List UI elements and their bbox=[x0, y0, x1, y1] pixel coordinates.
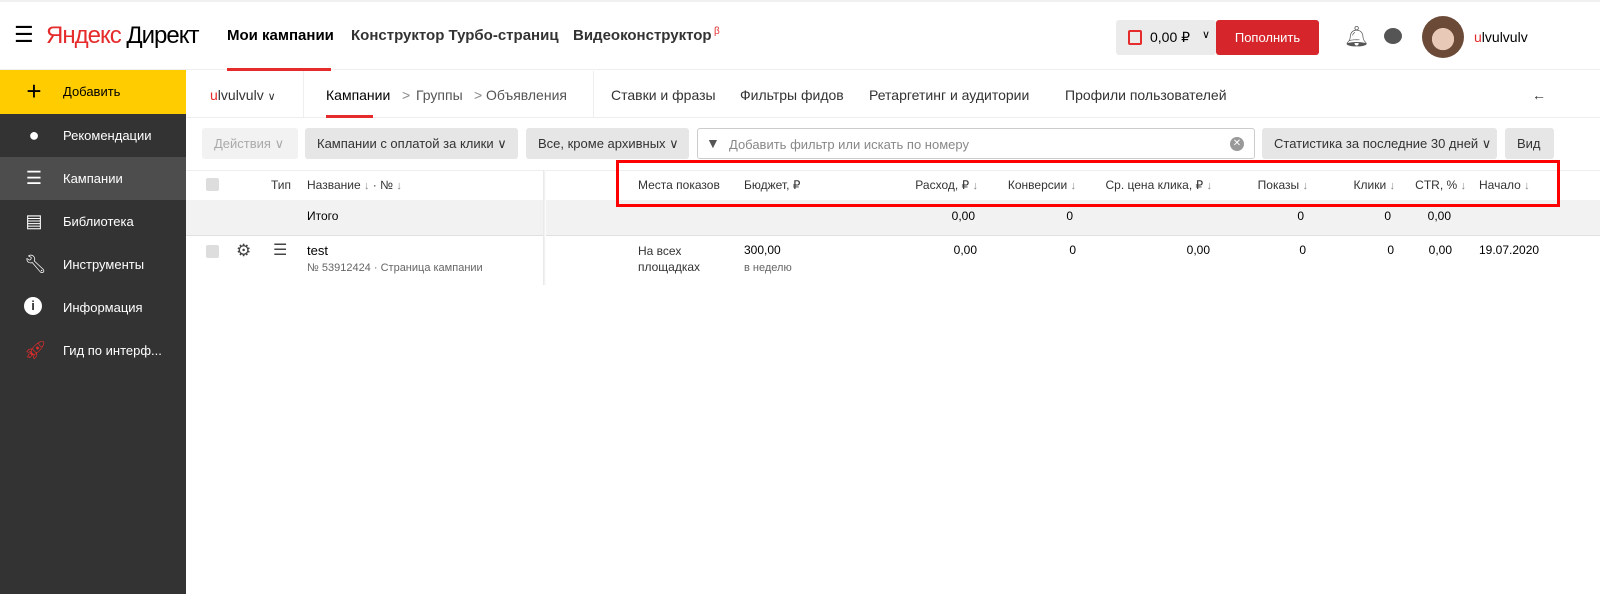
row-budget-period: в неделю bbox=[744, 262, 792, 274]
view-button[interactable]: Вид bbox=[1505, 128, 1554, 159]
plus-icon: + bbox=[24, 81, 44, 101]
campaign-page-link[interactable]: Страница кампании bbox=[381, 262, 483, 274]
logo-direct: Директ bbox=[126, 22, 198, 49]
col-type: Тип bbox=[271, 178, 291, 192]
total-spend: 0,00 bbox=[952, 209, 975, 223]
balance-value: 0,00 ₽ bbox=[1150, 29, 1190, 46]
link-profiles[interactable]: Профили пользователей bbox=[1065, 87, 1227, 103]
campaign-meta: № 53912424 · Страница кампании bbox=[307, 262, 483, 274]
chevron-down-icon: ∨ bbox=[268, 91, 276, 103]
link-feed-filters[interactable]: Фильтры фидов bbox=[740, 87, 844, 103]
row-clicks: 0 bbox=[1387, 243, 1394, 257]
menu-icon[interactable]: ☰ bbox=[14, 22, 34, 48]
sidebar-item-guide[interactable]: 🚀︎Гид по интерф... bbox=[0, 329, 186, 372]
total-ctr: 0,00 bbox=[1428, 209, 1451, 223]
actions-dropdown[interactable]: Действия ∨ bbox=[202, 128, 298, 159]
logo[interactable]: Яндекс Директ bbox=[46, 22, 199, 50]
sidebar-item-campaigns[interactable]: ☰Кампании bbox=[0, 157, 186, 200]
list-icon: ☰ bbox=[24, 168, 44, 188]
filter-icon: ▼ bbox=[706, 135, 720, 151]
breadcrumb-sep: > bbox=[474, 87, 482, 103]
row-budget: 300,00 bbox=[744, 243, 781, 257]
avatar[interactable] bbox=[1422, 16, 1464, 58]
sidebar-item-add[interactable]: +Добавить bbox=[0, 70, 186, 114]
search-placeholder: Добавить фильтр или искать по номеру bbox=[729, 137, 969, 152]
status-dropdown[interactable]: Все, кроме архивных ∨ bbox=[526, 128, 689, 159]
crumb-active-underline bbox=[326, 115, 373, 118]
balance-button[interactable]: 0,00 ₽ ∨ bbox=[1116, 20, 1216, 55]
row-checkbox[interactable] bbox=[206, 245, 219, 258]
library-icon: ▤ bbox=[24, 211, 44, 231]
bell-icon[interactable]: 🔔︎ bbox=[1344, 24, 1369, 49]
lightbulb-icon: ● bbox=[24, 125, 44, 145]
sidebar-item-library[interactable]: ▤Библиотека bbox=[0, 200, 186, 243]
top-header: ☰ Яндекс Директ Мои кампании Конструктор… bbox=[0, 0, 1600, 70]
divider bbox=[593, 71, 594, 118]
total-conv: 0 bbox=[1066, 209, 1073, 223]
chat-icon[interactable] bbox=[1384, 28, 1402, 44]
sidebar: +Добавить ●Рекомендации ☰Кампании ▤Библи… bbox=[0, 70, 186, 594]
total-label: Итого bbox=[307, 209, 338, 223]
wrench-icon: 🔧︎ bbox=[24, 254, 44, 274]
nav-video[interactable]: Видеоконструктор bbox=[573, 27, 712, 44]
total-impr: 0 bbox=[1297, 209, 1304, 223]
wallet-icon bbox=[1128, 30, 1142, 45]
sidebar-item-info[interactable]: iИнформация bbox=[0, 286, 186, 329]
logo-yandex: Яндекс bbox=[46, 22, 121, 49]
rocket-icon: 🚀︎ bbox=[24, 340, 44, 360]
row-places: На всех площадках bbox=[638, 243, 718, 275]
nav-my-campaigns[interactable]: Мои кампании bbox=[227, 27, 334, 44]
link-retargeting[interactable]: Ретаргетинг и аудитории bbox=[869, 87, 1029, 103]
beta-badge: β bbox=[714, 26, 720, 37]
info-icon: i bbox=[24, 297, 42, 315]
row-cpc: 0,00 bbox=[1187, 243, 1210, 257]
text-campaign-type-icon: ☰ bbox=[273, 240, 287, 260]
campaign-type-dropdown[interactable]: Кампании с оплатой за клики ∨ bbox=[305, 128, 518, 159]
campaign-name-link[interactable]: test bbox=[307, 243, 328, 258]
col-name[interactable]: Название ↓ · № ↓ bbox=[307, 178, 402, 192]
account-switcher[interactable]: ulvulvulv ∨ bbox=[210, 87, 276, 103]
total-clicks: 0 bbox=[1384, 209, 1391, 223]
username[interactable]: ulvulvulv bbox=[1474, 29, 1528, 45]
row-spend: 0,00 bbox=[954, 243, 977, 257]
gear-icon[interactable]: ⚙ bbox=[236, 241, 251, 261]
crumb-groups[interactable]: Группы bbox=[416, 87, 463, 103]
nav-turbo[interactable]: Конструктор Турбо-страниц bbox=[351, 27, 559, 44]
sub-navigation: ulvulvulv ∨ Кампании > Группы > Объявлен… bbox=[186, 71, 1600, 118]
row-conv: 0 bbox=[1069, 243, 1076, 257]
row-ctr: 0,00 bbox=[1429, 243, 1452, 257]
search-input[interactable]: ▼ Добавить фильтр или искать по номеру ✕ bbox=[697, 128, 1255, 159]
divider bbox=[303, 71, 304, 118]
frozen-column-shadow bbox=[543, 170, 546, 285]
topup-button[interactable]: Пополнить bbox=[1216, 20, 1319, 55]
select-all-checkbox[interactable] bbox=[206, 178, 219, 191]
crumb-campaigns[interactable]: Кампании bbox=[326, 87, 390, 103]
highlight-box bbox=[616, 160, 1560, 207]
row-impr: 0 bbox=[1299, 243, 1306, 257]
link-bids[interactable]: Ставки и фразы bbox=[611, 87, 716, 103]
stats-period-dropdown[interactable]: Статистика за последние 30 дней ∨ bbox=[1262, 128, 1497, 159]
sidebar-item-recommendations[interactable]: ●Рекомендации bbox=[0, 114, 186, 157]
crumb-ads[interactable]: Объявления bbox=[486, 87, 567, 103]
chevron-down-icon: ∨ bbox=[1202, 28, 1210, 41]
clear-icon[interactable]: ✕ bbox=[1230, 137, 1244, 151]
sidebar-item-tools[interactable]: 🔧︎Инструменты bbox=[0, 243, 186, 286]
collapse-arrow-icon[interactable]: ← bbox=[1532, 87, 1546, 103]
breadcrumb-sep: > bbox=[402, 87, 410, 103]
row-start: 19.07.2020 bbox=[1479, 243, 1539, 257]
